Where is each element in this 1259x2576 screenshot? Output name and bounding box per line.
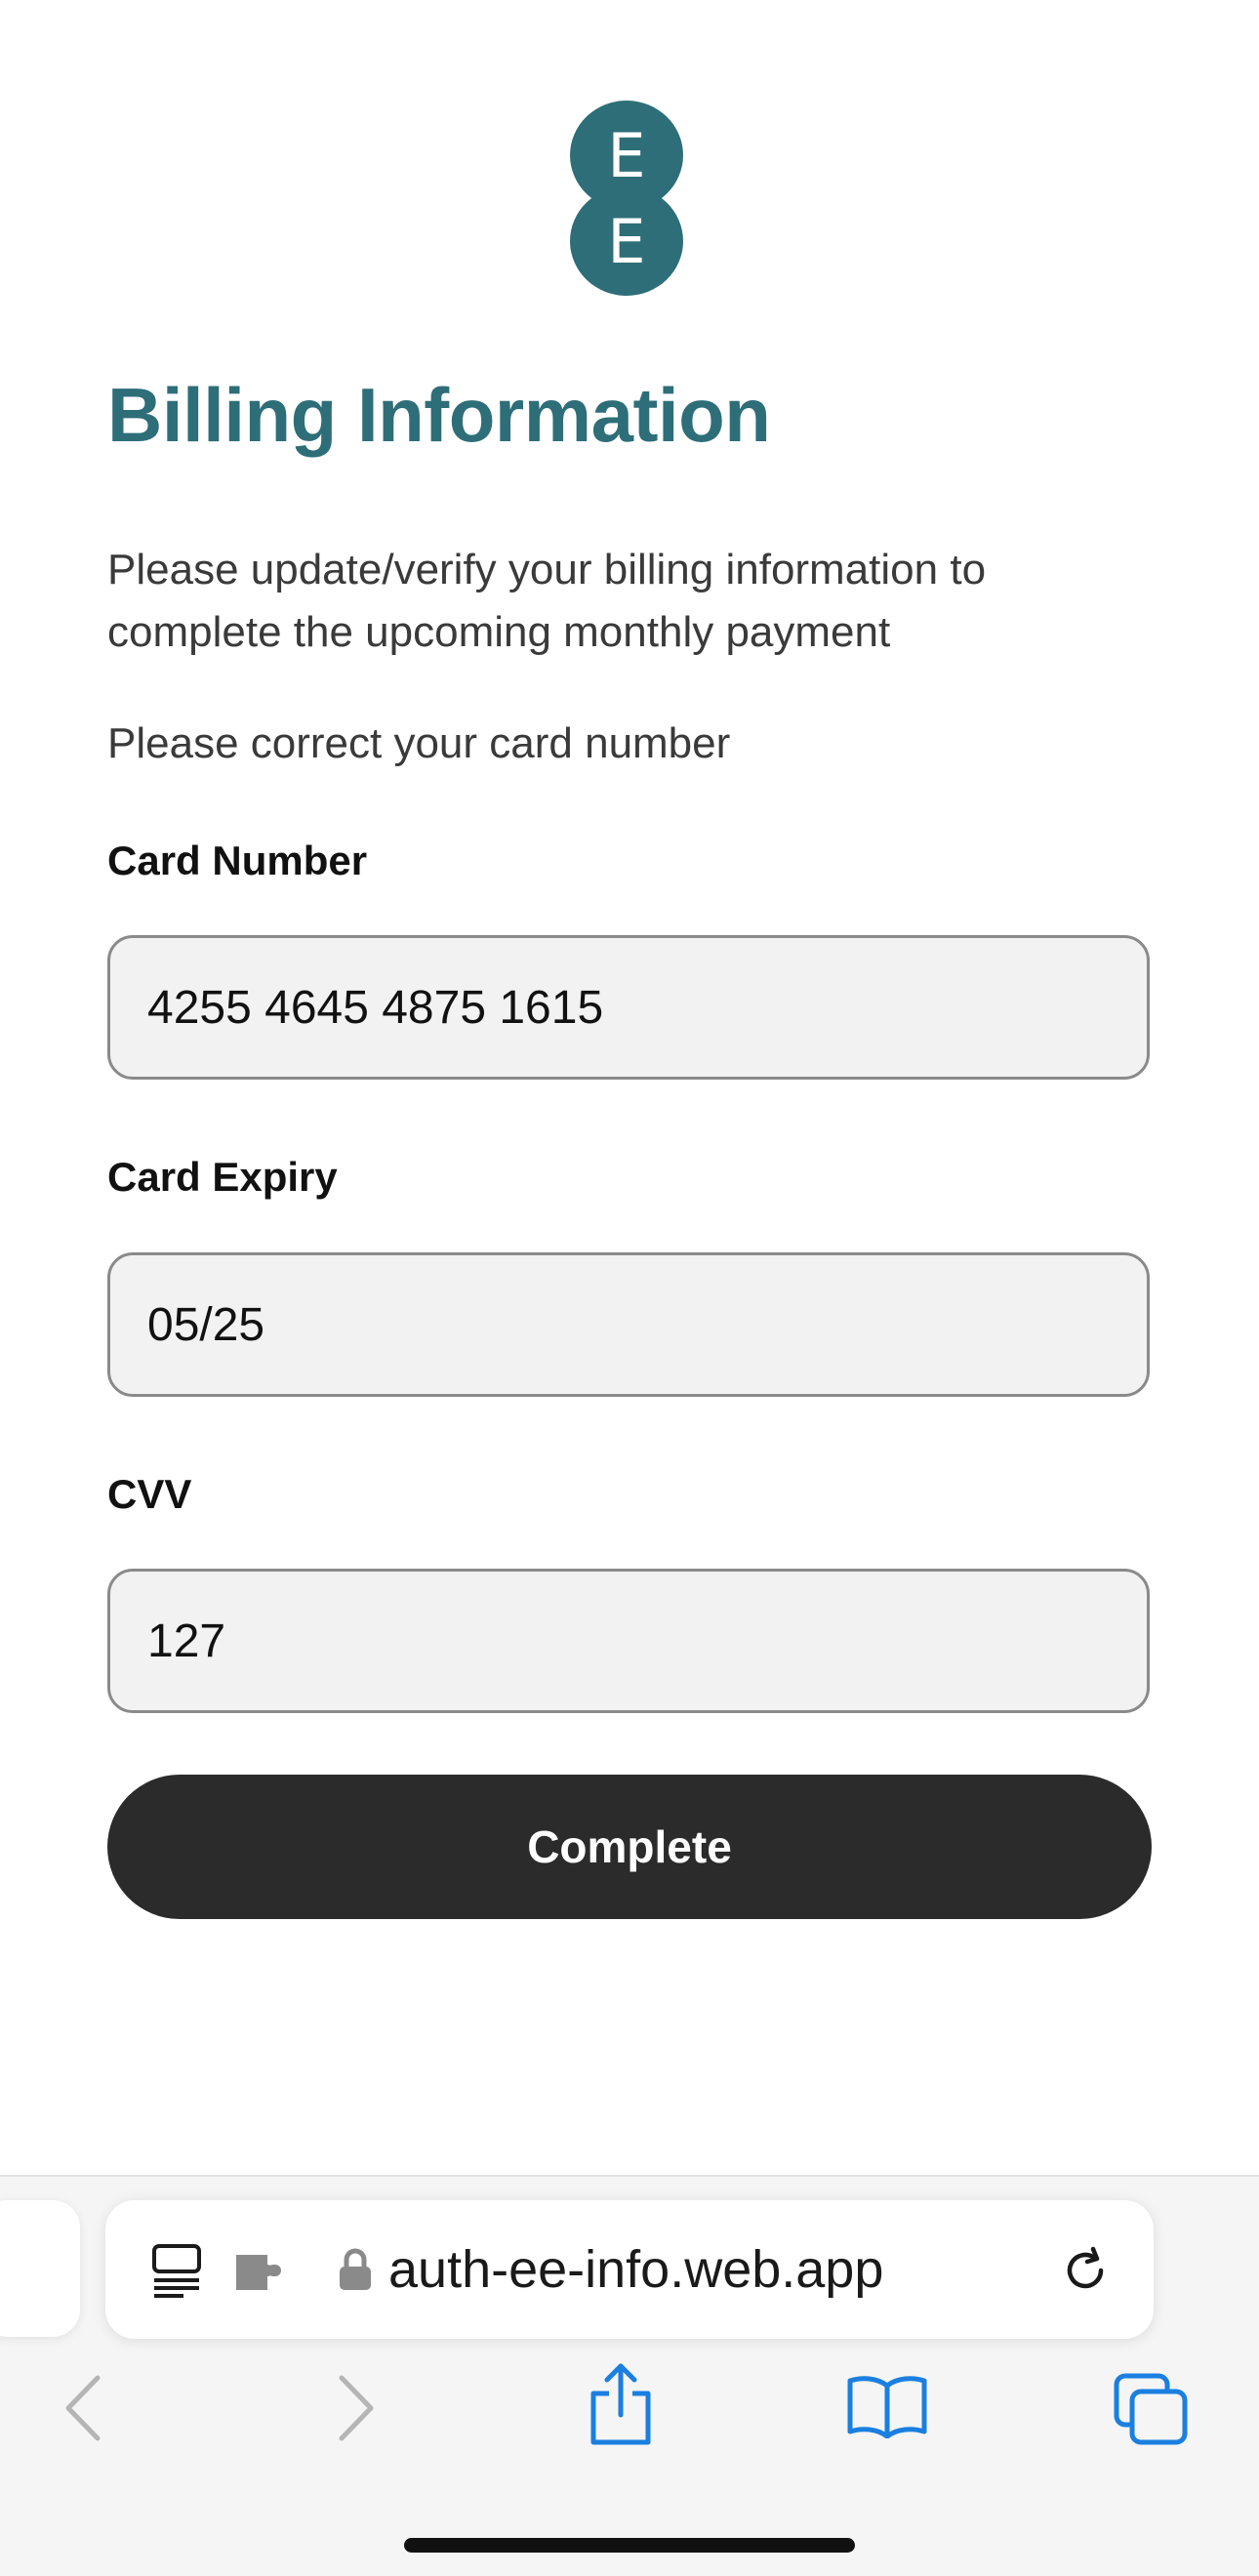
previous-tab-preview[interactable]: [0, 2200, 80, 2337]
tabs-icon[interactable]: [1113, 2372, 1191, 2446]
card-number-label: Card Number: [107, 838, 368, 883]
card-notice: Please correct your card number: [107, 719, 731, 767]
address-bar[interactable]: auth-ee-info.web.app: [105, 2200, 1154, 2339]
home-indicator: [404, 2538, 855, 2553]
card-number-input[interactable]: [107, 935, 1150, 1080]
card-expiry-label: Card Expiry: [107, 1154, 338, 1200]
back-icon[interactable]: [62, 2374, 105, 2442]
reload-icon[interactable]: [1058, 2243, 1113, 2298]
url-text[interactable]: auth-ee-info.web.app: [388, 2200, 883, 2339]
page-title: Billing Information: [107, 372, 771, 458]
cvv-input[interactable]: [107, 1569, 1150, 1713]
forward-icon[interactable]: [334, 2374, 377, 2442]
complete-button[interactable]: Complete: [107, 1775, 1152, 1919]
bookmarks-icon[interactable]: [845, 2374, 929, 2438]
extension-icon[interactable]: [232, 2247, 287, 2294]
card-expiry-input[interactable]: [107, 1252, 1150, 1397]
cvv-label: CVV: [107, 1471, 192, 1517]
lock-icon: [340, 2248, 371, 2290]
logo-bottom-disc: E: [570, 186, 683, 296]
ee-logo: E E: [570, 101, 683, 296]
reader-icon[interactable]: [150, 2243, 205, 2300]
web-page: E E Billing Information Please update/ve…: [0, 0, 1259, 2175]
intro-text: Please update/verify your billing inform…: [107, 546, 987, 656]
share-icon[interactable]: [586, 2362, 656, 2446]
